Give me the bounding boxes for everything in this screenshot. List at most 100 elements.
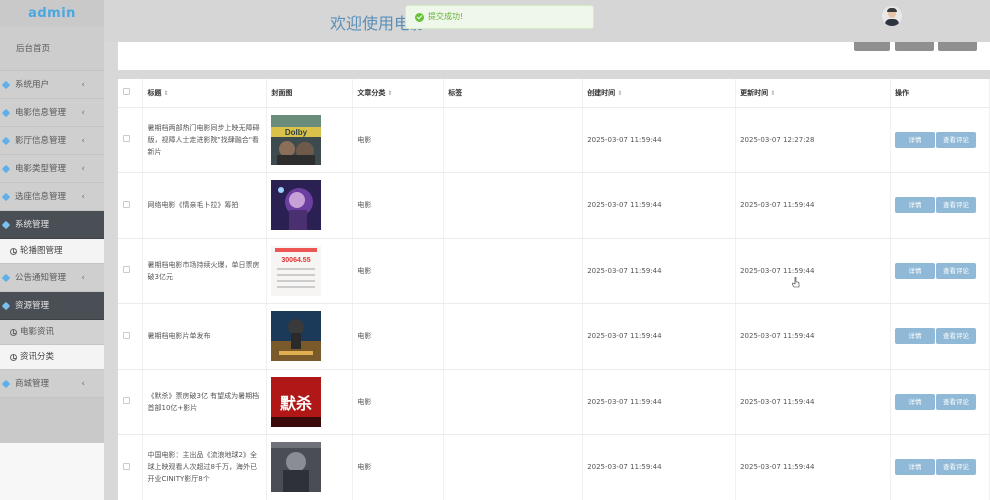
column-header-actions: 操作	[890, 79, 990, 108]
created-cell: 2025-03-07 11:59:44	[582, 434, 737, 500]
tag-cell	[443, 107, 584, 173]
sort-icon[interactable]: ⇕	[617, 90, 622, 97]
tag-cell	[443, 238, 584, 304]
cover-image	[271, 442, 322, 493]
clock-icon	[10, 354, 17, 361]
cover-text: Dolby	[285, 128, 308, 137]
detail-button[interactable]: 详情	[894, 197, 935, 214]
data-table: 标题 ⇕ 封面图 文章分类 ⇕ 标签 创建时间 ⇕ 更新时间 ⇕ 操作 暑期档两部热门电…	[118, 79, 990, 500]
sort-icon[interactable]: ⇕	[387, 90, 392, 97]
column-header-category[interactable]: 文章分类 ⇕	[352, 79, 445, 108]
diamond-icon	[1, 273, 11, 283]
column-label: 封面图	[271, 88, 293, 97]
select-all-checkbox[interactable]	[123, 88, 130, 96]
table-row: 网络电影《情亲毛卜拉》筹拍 电影 2025-03-07 11:59:44 202…	[118, 172, 990, 239]
diamond-icon	[1, 379, 11, 389]
table-row: 暑期档两部热门电影同步上映无障碍版，视障人士走进影院"找肆融合"看新片 Dolb…	[118, 107, 990, 173]
cover-image: Dolby	[271, 114, 322, 165]
success-toast: 提交成功!	[405, 5, 594, 29]
sidebar-subitem-movie-news[interactable]: 电影资讯	[0, 320, 104, 345]
sidebar-item-label: 后台首页	[16, 44, 51, 54]
diamond-icon	[1, 220, 11, 230]
column-label: 文章分类	[357, 88, 386, 97]
table-header-row: 标题 ⇕ 封面图 文章分类 ⇕ 标签 创建时间 ⇕ 更新时间 ⇕ 操作	[118, 79, 990, 108]
sidebar-item-movie-type[interactable]: 电影类型管理 ‹	[0, 155, 104, 183]
sidebar-subitem-carousel[interactable]: 轮播图管理	[0, 239, 104, 264]
cover-image	[271, 311, 322, 362]
avatar[interactable]	[882, 6, 902, 26]
column-header-title[interactable]: 标题 ⇕	[142, 79, 268, 108]
sidebar-item-label: 轮播图管理	[20, 246, 63, 256]
detail-button[interactable]: 详情	[894, 262, 935, 279]
view-comments-button[interactable]: 查看评论	[935, 328, 976, 345]
brand-logo: admin	[28, 6, 76, 21]
title-cell: 暑期档电影市场持续火爆，单日票房破3亿元	[142, 238, 268, 304]
row-checkbox[interactable]	[123, 462, 130, 470]
sort-icon[interactable]: ⇕	[770, 90, 775, 97]
created-cell: 2025-03-07 11:59:44	[582, 303, 737, 370]
sidebar-item-system-manage[interactable]: 系统管理	[0, 211, 104, 239]
column-header-updated[interactable]: 更新时间 ⇕	[735, 79, 891, 108]
row-checkbox[interactable]	[123, 135, 130, 143]
category-cell: 电影	[352, 434, 445, 500]
row-checkbox[interactable]	[123, 397, 130, 405]
detail-button[interactable]: 详情	[894, 459, 935, 476]
detail-button[interactable]: 详情	[894, 328, 935, 345]
sidebar-item-movie-info[interactable]: 电影信息管理 ‹	[0, 99, 104, 127]
search-button[interactable]	[854, 42, 890, 51]
sidebar-item-seat-info[interactable]: 选座信息管理 ‹	[0, 183, 104, 211]
sidebar-item-label: 影厅信息管理	[15, 136, 67, 146]
sidebar-item-notice[interactable]: 公告通知管理 ‹	[0, 264, 104, 292]
avatar-hair	[887, 8, 897, 12]
view-comments-button[interactable]: 查看评论	[935, 262, 976, 279]
column-label: 标题	[147, 88, 162, 97]
cover-text: 30064.55	[282, 257, 311, 264]
detail-button[interactable]: 详情	[894, 393, 935, 410]
detail-button[interactable]: 详情	[894, 131, 935, 148]
column-label: 标签	[448, 88, 463, 97]
view-comments-button[interactable]: 查看评论	[935, 131, 976, 148]
view-comments-button[interactable]: 查看评论	[935, 197, 976, 214]
sidebar-item-label: 系统用户	[15, 80, 50, 90]
title-cell: 《默杀》票房破3亿 有望成为暑期档首部10亿+影片	[142, 369, 268, 435]
sidebar-item-label: 电影类型管理	[15, 164, 67, 174]
sidebar-item-mall[interactable]: 商城管理 ‹	[0, 370, 104, 398]
chevron-left-icon: ‹	[81, 108, 85, 118]
view-comments-button[interactable]: 查看评论	[935, 393, 976, 410]
delete-button[interactable]	[938, 42, 977, 51]
sidebar-item-hall-info[interactable]: 影厅信息管理 ‹	[0, 127, 104, 155]
row-checkbox[interactable]	[123, 331, 130, 339]
sidebar-item-system-users[interactable]: 系统用户 ‹	[0, 71, 104, 99]
chevron-left-icon: ‹	[81, 379, 85, 389]
cover-cell: 30064.55	[266, 238, 354, 304]
cover-cell	[266, 172, 354, 239]
chevron-left-icon: ‹	[81, 164, 85, 174]
actions-cell: 详情 查看评论	[890, 434, 990, 500]
clock-icon	[10, 248, 17, 255]
created-cell: 2025-03-07 11:59:44	[582, 369, 737, 435]
sidebar-item-label: 资源管理	[15, 301, 50, 311]
row-checkbox[interactable]	[123, 200, 130, 208]
actions-cell: 详情 查看评论	[890, 238, 990, 304]
add-button[interactable]	[895, 42, 934, 51]
cover-cell: 默杀	[266, 369, 354, 435]
sidebar-item-home[interactable]: 后台首页	[0, 27, 104, 71]
sidebar-item-label: 商城管理	[15, 379, 50, 389]
row-checkbox[interactable]	[123, 266, 130, 274]
cover-text: 默杀	[280, 394, 312, 413]
category-cell: 电影	[352, 172, 445, 239]
title-cell: 网络电影《情亲毛卜拉》筹拍	[142, 172, 268, 239]
category-cell: 电影	[352, 107, 445, 173]
sidebar-item-resource[interactable]: 资源管理	[0, 292, 104, 320]
column-label: 更新时间	[740, 88, 769, 97]
tag-cell	[443, 172, 584, 239]
actions-cell: 详情 查看评论	[890, 369, 990, 435]
created-cell: 2025-03-07 11:59:44	[582, 172, 737, 239]
column-header-created[interactable]: 创建时间 ⇕	[582, 79, 737, 108]
row-select-cell	[118, 107, 144, 173]
diamond-icon	[1, 80, 11, 90]
view-comments-button[interactable]: 查看评论	[935, 459, 976, 476]
sidebar-subitem-news-category[interactable]: 资讯分类	[0, 345, 104, 370]
sidebar-blank	[0, 443, 104, 500]
sort-icon[interactable]: ⇕	[163, 90, 168, 97]
